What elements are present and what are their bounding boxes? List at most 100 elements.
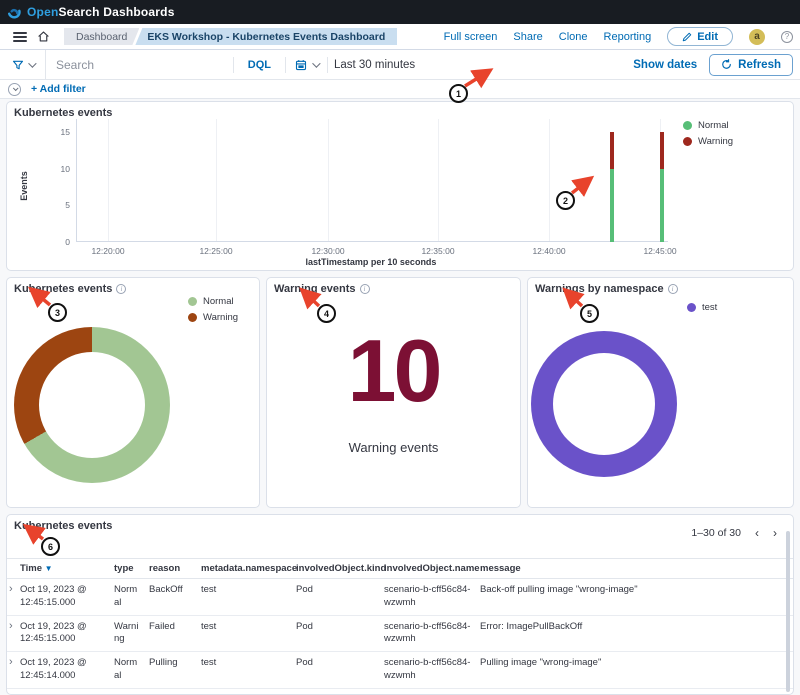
legend-item-warning[interactable]: Warning bbox=[188, 312, 238, 323]
column-header-message[interactable]: message bbox=[480, 563, 763, 574]
x-tick: 12:45:00 bbox=[643, 246, 676, 256]
edit-button[interactable]: Edit bbox=[667, 27, 733, 46]
column-header-type[interactable]: type bbox=[114, 563, 149, 574]
table-row[interactable]: › Oct 19, 2023 @ 12:45:15.000Normal Back… bbox=[7, 579, 793, 616]
next-page-icon[interactable]: › bbox=[773, 527, 777, 539]
y-axis-label: Events bbox=[19, 171, 29, 201]
help-icon[interactable]: ? bbox=[781, 31, 793, 43]
annotation-marker-1: 1 bbox=[449, 84, 468, 103]
prev-page-icon[interactable]: ‹ bbox=[755, 527, 759, 539]
legend-dot bbox=[687, 303, 696, 312]
column-header-time[interactable]: Time ▼ bbox=[20, 563, 114, 574]
filter-options-icon[interactable] bbox=[8, 83, 21, 96]
chevron-down-icon bbox=[28, 59, 36, 67]
info-icon[interactable]: i bbox=[668, 284, 678, 294]
y-tick: 10 bbox=[61, 164, 70, 174]
expand-row-icon[interactable]: › bbox=[9, 657, 20, 668]
column-header-name[interactable]: involvedObject.name bbox=[384, 563, 480, 574]
chevron-down-icon bbox=[312, 59, 320, 67]
panel-kubernetes-events-donut: Kubernetes eventsi Normal Warning bbox=[6, 277, 260, 508]
table-row[interactable]: › Oct 19, 2023 @ 12:45:14.000Warning Fai… bbox=[7, 689, 793, 695]
opensearch-logo-icon bbox=[8, 6, 21, 19]
table-row[interactable]: › Oct 19, 2023 @ 12:45:15.000Warning Fai… bbox=[7, 616, 793, 653]
y-tick: 5 bbox=[65, 200, 70, 210]
panel-kubernetes-events-histogram: Kubernetes events Events 15 10 5 0 12:20… bbox=[6, 101, 794, 271]
annotation-marker-3: 3 bbox=[48, 303, 67, 322]
histogram-bar[interactable] bbox=[610, 132, 614, 242]
y-tick: 0 bbox=[65, 237, 70, 247]
clone-link[interactable]: Clone bbox=[559, 31, 588, 43]
breadcrumb-dashboard[interactable]: Dashboard bbox=[64, 28, 139, 45]
x-tick: 12:20:00 bbox=[91, 246, 124, 256]
legend-item-normal[interactable]: Normal bbox=[683, 120, 733, 131]
reporting-link[interactable]: Reporting bbox=[604, 31, 652, 43]
bar-normal-segment bbox=[610, 169, 614, 242]
annotation-marker-4: 4 bbox=[317, 304, 336, 323]
panel-title[interactable]: Kubernetes events bbox=[7, 102, 793, 119]
navigation-bar: Dashboard EKS Workshop - Kubernetes Even… bbox=[0, 24, 800, 50]
pagination-range: 1–30 of 30 bbox=[691, 527, 741, 539]
table-row[interactable]: › Oct 19, 2023 @ 12:45:14.000Normal Pull… bbox=[7, 652, 793, 689]
pagination: 1–30 of 30 ‹ › bbox=[691, 527, 777, 539]
filter-funnel-icon bbox=[12, 59, 24, 71]
legend-dot bbox=[683, 121, 692, 130]
x-tick: 12:30:00 bbox=[311, 246, 344, 256]
annotation-marker-2: 2 bbox=[556, 191, 575, 210]
breadcrumb: Dashboard EKS Workshop - Kubernetes Even… bbox=[64, 28, 397, 45]
pencil-icon bbox=[682, 32, 692, 42]
legend-dot bbox=[188, 297, 197, 306]
info-icon[interactable]: i bbox=[116, 284, 126, 294]
avatar[interactable]: a bbox=[749, 29, 765, 45]
legend-item-warning[interactable]: Warning bbox=[683, 136, 733, 147]
home-icon[interactable] bbox=[37, 30, 50, 43]
panel-title[interactable]: Kubernetes eventsi bbox=[7, 278, 259, 295]
column-header-reason[interactable]: reason bbox=[149, 563, 201, 574]
query-language-button[interactable]: DQL bbox=[233, 57, 285, 73]
add-filter-link[interactable]: + Add filter bbox=[31, 83, 86, 95]
column-header-kind[interactable]: involvedObject.kind bbox=[296, 563, 384, 574]
x-axis-label: lastTimestamp per 10 seconds bbox=[76, 257, 666, 267]
histogram-plot-area: 15 10 5 0 bbox=[76, 119, 666, 242]
info-icon[interactable]: i bbox=[360, 284, 370, 294]
table-scrollbar[interactable] bbox=[786, 531, 790, 692]
donut-legend: test bbox=[687, 302, 717, 313]
filter-bar: + Add filter bbox=[0, 80, 800, 99]
legend-item-normal[interactable]: Normal bbox=[188, 296, 238, 307]
legend-dot bbox=[188, 313, 197, 322]
menu-icon[interactable] bbox=[13, 32, 27, 42]
breadcrumb-current-dashboard[interactable]: EKS Workshop - Kubernetes Events Dashboa… bbox=[135, 28, 397, 45]
bar-normal-segment bbox=[660, 169, 664, 242]
refresh-icon bbox=[721, 59, 732, 70]
y-tick: 15 bbox=[61, 127, 70, 137]
show-dates-link[interactable]: Show dates bbox=[633, 59, 697, 71]
bar-warning-segment bbox=[660, 132, 664, 169]
search-input[interactable]: Search bbox=[46, 58, 233, 72]
legend-item-test[interactable]: test bbox=[687, 302, 717, 313]
date-picker-button[interactable] bbox=[285, 57, 327, 73]
panel-title[interactable]: Warnings by namespacei bbox=[528, 278, 793, 295]
panel-kubernetes-events-table: Kubernetes events 1–30 of 30 ‹ › Time ▼ … bbox=[6, 514, 794, 695]
expand-row-icon[interactable]: › bbox=[9, 621, 20, 632]
donut-hole bbox=[39, 352, 145, 458]
saved-query-menu-button[interactable] bbox=[0, 50, 46, 79]
donut-legend: Normal Warning bbox=[188, 296, 238, 323]
time-range-value[interactable]: Last 30 minutes bbox=[327, 57, 421, 73]
refresh-button[interactable]: Refresh bbox=[709, 54, 793, 76]
app-title: OpenSearch Dashboards bbox=[27, 5, 175, 19]
panel-title[interactable]: Warning eventsi bbox=[267, 278, 520, 295]
legend-dot bbox=[683, 137, 692, 146]
metric-label: Warning events bbox=[267, 440, 520, 455]
panel-title[interactable]: Kubernetes events bbox=[7, 515, 793, 532]
donut-hole bbox=[553, 353, 655, 455]
histogram-bar[interactable] bbox=[660, 132, 664, 242]
expand-row-icon[interactable]: › bbox=[9, 584, 20, 595]
share-link[interactable]: Share bbox=[513, 31, 542, 43]
app-header: OpenSearch Dashboards bbox=[0, 0, 800, 24]
bar-warning-segment bbox=[610, 132, 614, 169]
x-tick: 12:35:00 bbox=[421, 246, 454, 256]
calendar-icon bbox=[295, 59, 307, 71]
sort-desc-icon: ▼ bbox=[45, 564, 53, 573]
full-screen-link[interactable]: Full screen bbox=[444, 31, 498, 43]
column-header-namespace[interactable]: metadata.namespace bbox=[201, 563, 296, 574]
x-tick: 12:40:00 bbox=[532, 246, 565, 256]
